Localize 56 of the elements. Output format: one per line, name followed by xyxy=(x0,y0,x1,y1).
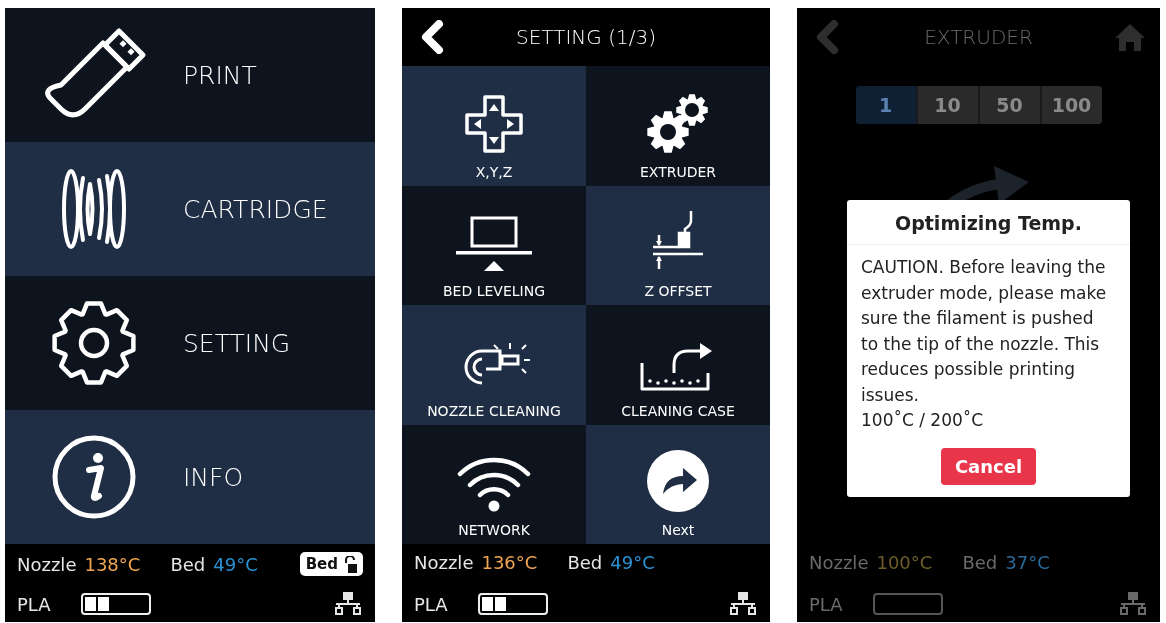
gear-icon xyxy=(51,300,137,386)
menu-item[interactable]: PRINT xyxy=(5,8,375,142)
wifi-icon xyxy=(456,456,532,512)
gears-icon xyxy=(646,93,710,154)
dialog-message: CAUTION. Before leaving the extruder mode, please make sure the filament is pushed to the tip of the nozzle. This reduces possible printing issues. xyxy=(860,256,1108,407)
settings-tile[interactable]: NOZZLE CLEANING xyxy=(402,305,586,425)
nozzle-label: Nozzle xyxy=(809,552,869,573)
settings-tile[interactable]: NETWORK xyxy=(402,424,586,544)
directional-pad-icon xyxy=(464,93,524,154)
settings-tile[interactable]: X,Y,Z xyxy=(402,66,586,186)
screen-title: SETTING (1/3) xyxy=(516,25,656,49)
step-button[interactable]: 1 xyxy=(855,86,916,124)
step-button[interactable]: 100 xyxy=(1041,86,1102,124)
menu-item[interactable]: CARTRIDGE xyxy=(5,142,375,276)
bed-label: Bed xyxy=(962,552,998,573)
bed-temperature: 49°C xyxy=(610,552,655,573)
filament-label: PLA xyxy=(809,593,843,615)
bed-leveling-icon xyxy=(454,215,534,273)
step-button[interactable]: 10 xyxy=(917,86,978,124)
bed-label: Bed xyxy=(567,552,603,573)
network-icon xyxy=(728,592,758,616)
network-icon xyxy=(333,592,363,616)
info-icon xyxy=(51,434,137,520)
screen-title: EXTRUDER xyxy=(924,25,1033,49)
dialog-temperatures: 100˚C / 200˚C xyxy=(860,409,985,432)
nozzle-temperature: 138°C xyxy=(84,553,141,575)
filament-gauge xyxy=(477,593,548,615)
settings-tile[interactable]: BED LEVELING xyxy=(402,185,586,305)
dialog-title: Optimizing Temp. xyxy=(847,200,1130,245)
menu-label: SETTING xyxy=(183,328,292,358)
menu-item[interactable]: SETTING xyxy=(5,276,375,410)
bed-label: Bed xyxy=(170,553,206,575)
bed-lock-button[interactable]: Bed xyxy=(299,552,363,576)
bed-temperature: 37°C xyxy=(1005,552,1050,573)
bed-temperature: 49°C xyxy=(213,553,258,575)
menu-label: INFO xyxy=(183,462,245,492)
settings-tile[interactable]: CLEANING CASE xyxy=(586,305,770,425)
step-button[interactable]: 50 xyxy=(979,86,1040,124)
settings-tile[interactable]: EXTRUDER xyxy=(586,66,770,186)
back-chevron-icon[interactable] xyxy=(420,20,444,54)
menu-label: CARTRIDGE xyxy=(183,194,329,224)
menu-label: PRINT xyxy=(183,60,258,90)
filament-label: PLA xyxy=(414,593,448,615)
nozzle-label: Nozzle xyxy=(17,553,77,575)
settings-tile[interactable]: Z OFFSET xyxy=(586,185,770,305)
home-icon[interactable] xyxy=(1113,22,1147,52)
settings-tile[interactable]: Next xyxy=(586,424,770,544)
filament-gauge xyxy=(80,593,151,615)
cancel-button[interactable]: Cancel xyxy=(940,447,1037,485)
nozzle-label: Nozzle xyxy=(414,552,474,573)
network-icon xyxy=(1118,592,1148,616)
filament-label: PLA xyxy=(17,593,51,615)
nozzle-temperature: 136°C xyxy=(481,552,538,573)
menu-item[interactable]: INFO xyxy=(5,410,375,544)
nozzle-temperature: 100°C xyxy=(876,552,933,573)
padlock-icon xyxy=(343,555,357,573)
